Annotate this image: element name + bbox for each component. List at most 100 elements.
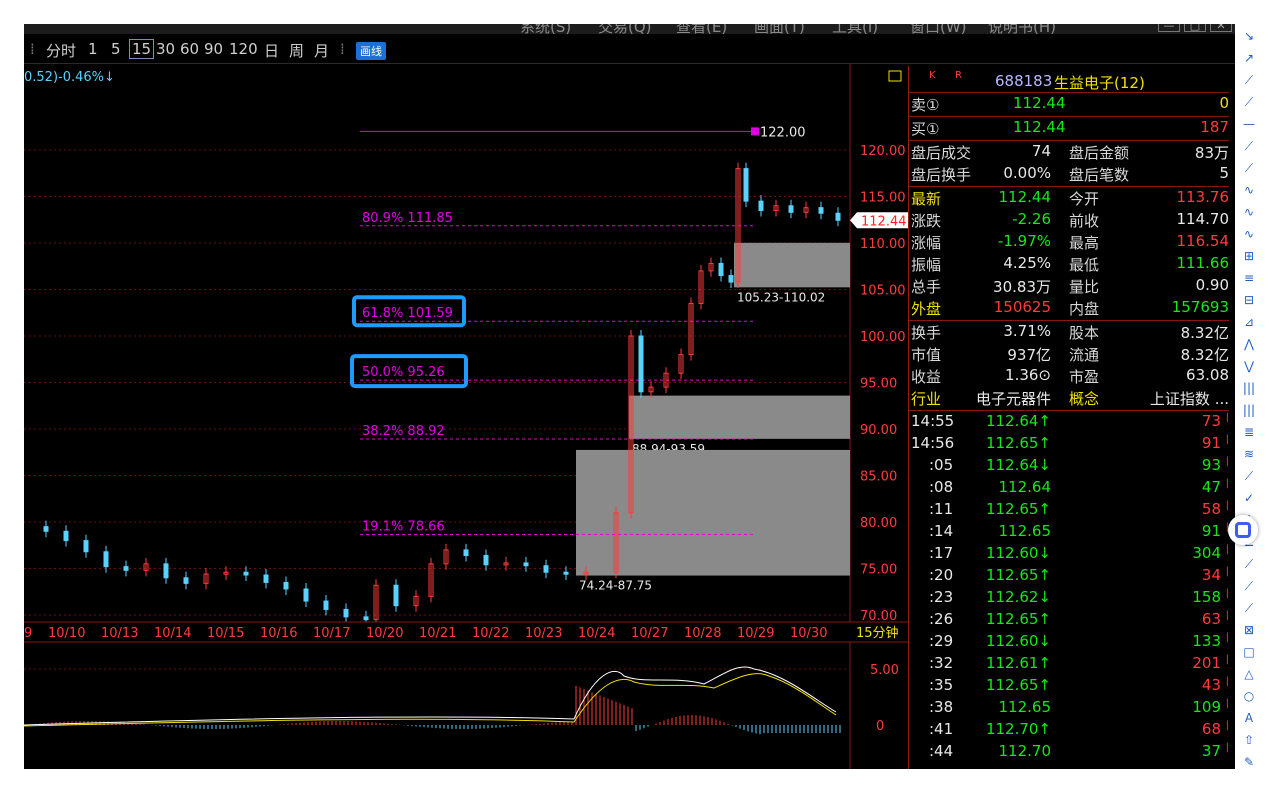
drawing-tool-icon[interactable]: △: [1241, 666, 1257, 682]
tick-time: :17: [929, 544, 954, 562]
tick-volume: 201: [1192, 654, 1221, 672]
kline-chart[interactable]: 0.52)-0.46%↓ 120.00 115.00 110.00 105.00 100.…: [24, 64, 908, 769]
period-30min[interactable]: 30: [156, 40, 175, 58]
drawing-tool-icon[interactable]: ✓: [1241, 490, 1257, 506]
macd-dif-line: [24, 666, 837, 726]
menu-view[interactable]: 查看(E): [676, 24, 727, 34]
tick-row: :20 112.65↑ 34 |: [909, 566, 1229, 588]
drawing-tool-icon[interactable]: □: [1241, 644, 1257, 660]
drawing-tool-icon[interactable]: ↗: [1241, 50, 1257, 66]
drawing-tool-icon[interactable]: ⊠: [1241, 622, 1257, 638]
period-90min[interactable]: 90: [204, 40, 223, 58]
drawing-tool-icon[interactable]: A: [1241, 710, 1257, 726]
date-tick-label: 10/30: [790, 626, 827, 641]
drawing-tool-icon[interactable]: ⇧: [1241, 732, 1257, 748]
stat-label: 最新: [911, 190, 942, 208]
period-day[interactable]: 日: [264, 40, 279, 61]
drawing-tool-icon[interactable]: ∿: [1241, 182, 1257, 198]
drawing-tool-icon[interactable]: ✎: [1241, 754, 1257, 770]
floating-assistant-button[interactable]: [1228, 515, 1258, 545]
drawing-tool-icon[interactable]: ⊿: [1241, 314, 1257, 330]
drawing-tool-icon[interactable]: |||: [1241, 402, 1257, 418]
stat-label: 量比: [1069, 278, 1100, 296]
drawing-tool-icon[interactable]: ⟋: [1241, 138, 1257, 154]
menu-system[interactable]: 系统(S): [520, 24, 571, 34]
tick-marker: |: [1225, 588, 1229, 599]
drawing-tool-icon[interactable]: ⊞: [1241, 248, 1257, 264]
flag-k: K: [929, 70, 936, 81]
drawing-tool-icon[interactable]: ⟋: [1241, 94, 1257, 110]
drawing-tool-icon[interactable]: ⟋: [1241, 160, 1257, 176]
tick-volume: 133: [1192, 632, 1221, 650]
period-week[interactable]: 周: [289, 40, 304, 61]
tick-marker: |: [1225, 456, 1229, 467]
drawing-tool-icon[interactable]: ⟋: [1241, 556, 1257, 572]
tick-time: :23: [929, 588, 954, 606]
drawing-tool-icon[interactable]: |||: [1241, 380, 1257, 396]
drawing-tool-icon[interactable]: ⟋: [1241, 468, 1257, 484]
menu-tools[interactable]: 工具(I): [832, 24, 878, 34]
tick-row: :32 112.61↑ 201 |: [909, 654, 1229, 676]
candle-body: [718, 262, 724, 277]
stat-value: 116.54: [1176, 232, 1230, 250]
menu-help[interactable]: 说明书(H): [988, 24, 1056, 34]
period-5min[interactable]: 5: [111, 40, 121, 58]
candle-body: [835, 212, 841, 221]
fib-level-label: 38.2% 88.92: [362, 424, 445, 439]
date-tick-label: 10/24: [578, 626, 615, 641]
close-button[interactable]: ✕: [1210, 24, 1232, 32]
period-15min[interactable]: 15: [129, 39, 155, 59]
after-row: 盘后换手 0.00% 盘后笔数 5: [909, 164, 1229, 186]
stat-value: 4.25%: [1003, 254, 1051, 272]
drawing-tool-icon[interactable]: ∿: [1241, 226, 1257, 242]
drawing-tool-icon[interactable]: ⟋: [1241, 578, 1257, 594]
draw-line-button[interactable]: 画线: [356, 42, 386, 60]
date-tick-label: 10/29: [737, 626, 774, 641]
tick-marker: |: [1225, 676, 1229, 687]
drawing-tool-icon[interactable]: —: [1241, 116, 1257, 132]
period-intraday[interactable]: 分时: [46, 40, 76, 61]
stat-label: 盘后成交: [911, 144, 972, 162]
menu-window[interactable]: 窗口(W): [910, 24, 967, 34]
tick-volume: 34: [1201, 566, 1221, 584]
tick-time: :26: [929, 610, 954, 628]
drawing-tool-icon[interactable]: ⟋: [1241, 72, 1257, 88]
candle-body: [563, 571, 569, 575]
drawing-tool-icon[interactable]: ⊟: [1241, 292, 1257, 308]
tick-volume: 91: [1201, 434, 1221, 452]
drawing-tool-icon[interactable]: ≋: [1241, 446, 1257, 462]
tick-volume: 43: [1201, 676, 1221, 694]
candle-body: [283, 581, 289, 590]
drawing-tool-icon[interactable]: ↘: [1241, 28, 1257, 44]
candle-body: [818, 207, 824, 214]
tick-marker: |: [1225, 654, 1229, 665]
divider: [909, 92, 1229, 93]
drawing-tool-icon[interactable]: ≣: [1241, 424, 1257, 440]
period-1min[interactable]: 1: [88, 40, 98, 58]
drawing-tool-icon[interactable]: ○: [1241, 688, 1257, 704]
tick-price: 112.65↑: [985, 676, 1051, 694]
period-60min[interactable]: 60: [180, 40, 199, 58]
divider: [909, 186, 1229, 187]
drawing-tool-icon[interactable]: ≡: [1241, 270, 1257, 286]
buy-row[interactable]: 买① 112.44 187: [909, 118, 1229, 140]
tick-price: 112.70↑: [985, 720, 1051, 738]
drawing-tool-icon[interactable]: ⟋: [1241, 600, 1257, 616]
swing-high-label: 122.00: [760, 125, 806, 140]
menu-screen[interactable]: 画面(T): [754, 24, 805, 34]
sell-row[interactable]: 卖① 112.44 0: [909, 94, 1229, 116]
stat-value: 63.08: [1186, 366, 1229, 384]
drawing-tool-icon[interactable]: ⋀: [1241, 336, 1257, 352]
drawing-tool-icon[interactable]: ⋁: [1241, 358, 1257, 374]
period-120min[interactable]: 120: [229, 40, 258, 58]
stat-value: 1.36⊙: [1005, 366, 1051, 384]
candle-body: [83, 540, 89, 553]
stat-value: 112.44: [998, 188, 1052, 206]
minimize-button[interactable]: —: [1158, 24, 1180, 32]
drawing-tool-icon[interactable]: ∿: [1241, 204, 1257, 220]
restore-button[interactable]: □: [1184, 24, 1206, 32]
y-tick-label: 75.00: [860, 563, 897, 578]
menu-trade[interactable]: 交易(Q): [598, 24, 652, 34]
period-month[interactable]: 月: [314, 40, 329, 61]
divider: [909, 140, 1229, 141]
